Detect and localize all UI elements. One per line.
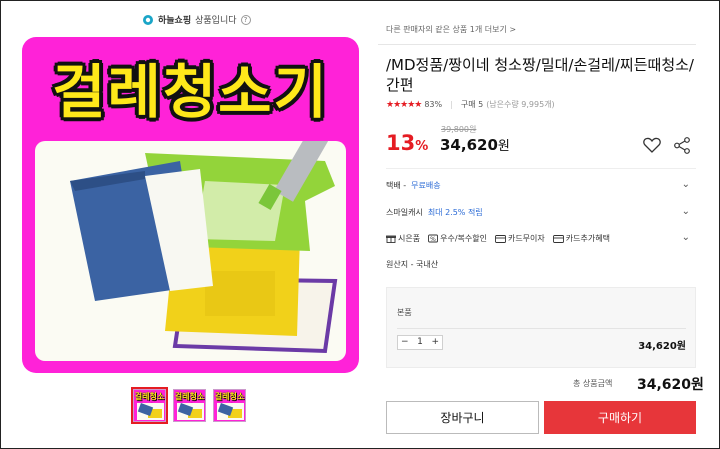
buy-count-value: 구매 5 (460, 100, 484, 109)
add-to-cart-button[interactable]: 장바구니 (386, 401, 539, 434)
heart-icon[interactable] (643, 137, 661, 153)
benefit-label: 카드무이자 (507, 234, 545, 243)
sale-price-value: 34,620 (440, 136, 498, 154)
card-icon (495, 234, 506, 243)
other-sellers-link[interactable]: 다른 판매자의 같은 상품 1개 더보기 > (386, 24, 516, 35)
chevron-down-icon[interactable]: ⌄ (682, 206, 690, 217)
quantity-value[interactable]: 1 (417, 336, 423, 349)
image-title-text: 걸레청소기 (52, 58, 329, 126)
smile-cash-row[interactable]: 스마일캐시 최대 2.5% 적립 ⌄ (386, 206, 696, 218)
discount-tag-icon: % (428, 234, 439, 243)
original-price: 39,800원 (441, 125, 477, 134)
divider (386, 168, 696, 169)
discount-rate: 13% (386, 131, 428, 155)
rating-row: ★★★★★ 83% | 구매 5 (남은수량 9,995개) (386, 99, 555, 110)
quantity-plus-button[interactable]: + (431, 336, 439, 349)
discount-unit: % (415, 139, 429, 154)
seller-logo-icon (143, 14, 153, 25)
rating-separator: | (450, 100, 453, 109)
thumbnail-3[interactable]: 걸레청소기 (213, 389, 246, 422)
selected-option-box: 본품 − 1 + 34,620원 (386, 287, 696, 368)
gift-icon (386, 235, 396, 243)
chevron-down-icon[interactable]: ⌄ (682, 179, 690, 190)
svg-text:%: % (430, 236, 436, 243)
benefits-row[interactable]: 시은품 % 우수/복수할인 카드무이자 카드추가혜택 ⌄ (386, 232, 696, 244)
smile-cash-value: 최대 2.5% 적립 (427, 208, 483, 217)
benefit-card-extra[interactable]: 카드추가혜택 (552, 233, 610, 244)
mop-illustration (70, 141, 338, 354)
card-icon (552, 234, 564, 243)
seller-info[interactable]: 하늘쇼핑 상품입니다 ? (142, 13, 251, 26)
divider (397, 328, 686, 329)
rating-stars[interactable]: ★★★★★ (386, 100, 422, 110)
delivery-row[interactable]: 택배 - 무료배송 ⌄ (386, 179, 696, 191)
thumbnail-2[interactable]: 걸레청소기 (173, 389, 206, 422)
total-price: 34,620원 (637, 377, 704, 393)
divider (378, 44, 696, 45)
seller-suffix: 상품입니다 (195, 16, 237, 26)
rating-percent: 83% (424, 100, 443, 109)
thumbnail-strip: 걸레청소기 걸레청소기 걸레청소기 (131, 387, 246, 424)
benefit-label: 우수/복수할인 (440, 234, 487, 243)
buy-now-button[interactable]: 구매하기 (544, 401, 696, 434)
benefit-card-installment[interactable]: 카드무이자 (495, 233, 545, 244)
quantity-stepper[interactable]: − 1 + (397, 335, 443, 350)
thumbnail-1[interactable]: 걸레청소기 (131, 387, 168, 424)
benefit-gift[interactable]: 시은품 (386, 233, 420, 244)
discount-value: 13 (386, 131, 416, 155)
benefit-label: 카드추가혜택 (565, 234, 610, 243)
product-title: /MD정품/짱이네 청소짱/밀대/손걸레/찌든때청소/간편 (386, 56, 694, 94)
origin-label: 원산지 - 국내산 (386, 260, 439, 269)
option-label: 본품 (397, 308, 412, 317)
benefit-discount[interactable]: % 우수/복수할인 (428, 233, 487, 244)
chevron-down-icon[interactable]: ⌄ (682, 232, 690, 243)
image-photo-area (35, 141, 346, 361)
option-price: 34,620원 (638, 341, 686, 352)
seller-name[interactable]: 하늘쇼핑 (158, 13, 191, 26)
sale-price: 34,620원 (440, 135, 510, 154)
benefit-label: 시은품 (398, 234, 421, 243)
origin-row: 원산지 - 국내산 (386, 259, 696, 270)
help-icon[interactable]: ? (240, 14, 251, 25)
buy-count: 구매 5 (남은수량 9,995개) (461, 99, 555, 110)
delivery-label: 택배 - (386, 181, 407, 190)
smile-cash-label: 스마일캐시 (386, 208, 423, 217)
quantity-minus-button[interactable]: − (401, 336, 409, 349)
stock-note: (남은수량 9,995개) (486, 100, 555, 109)
total-label: 총 상품금액 (573, 379, 613, 388)
delivery-value: 무료배송 (411, 181, 441, 190)
share-icon[interactable] (673, 137, 691, 154)
sale-price-unit: 원 (497, 139, 510, 154)
main-product-image[interactable]: 걸레청소기 (22, 37, 359, 373)
